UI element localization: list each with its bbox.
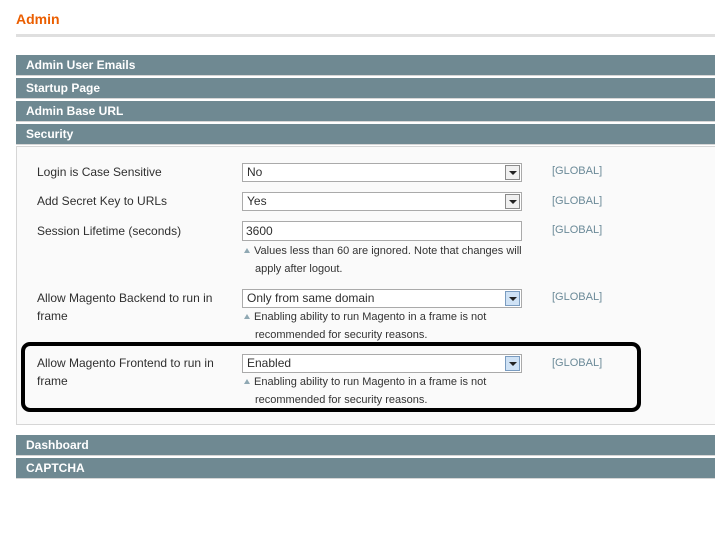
chevron-down-icon[interactable]: [505, 291, 520, 306]
section-security[interactable]: Security: [16, 124, 715, 145]
section-admin-base-url[interactable]: Admin Base URL: [16, 101, 715, 122]
backend-frame-value: Only from same domain: [247, 291, 375, 305]
title-divider: [16, 34, 715, 37]
secret-key-select[interactable]: Yes: [242, 192, 522, 211]
chevron-down-icon[interactable]: [505, 194, 520, 209]
login-case-sensitive-label: Login is Case Sensitive: [37, 165, 162, 179]
page-title: Admin: [16, 11, 60, 27]
note-line: Enabling ability to run Magento in a fra…: [254, 311, 487, 323]
login-case-sensitive-select[interactable]: No: [242, 163, 522, 182]
label-line: Allow Magento Backend to run in: [37, 291, 213, 305]
session-lifetime-input[interactable]: 3600: [242, 221, 522, 241]
login-case-sensitive-value: No: [247, 165, 263, 179]
session-lifetime-label: Session Lifetime (seconds): [37, 224, 182, 238]
scope-badge: [GLOBAL]: [552, 195, 603, 207]
note-line: Values less than 60 are ignored. Note th…: [254, 245, 522, 257]
scope-badge: [GLOBAL]: [552, 291, 603, 303]
scope-badge: [GLOBAL]: [552, 224, 603, 236]
backend-frame-label: Allow Magento Backend to run in frame: [37, 289, 227, 325]
secret-key-label: Add Secret Key to URLs: [37, 194, 168, 208]
section-startup-page[interactable]: Startup Page: [16, 78, 715, 99]
session-lifetime-note: Values less than 60 are ignored. Note th…: [244, 242, 526, 278]
secret-key-value: Yes: [247, 194, 267, 208]
note-line: apply after logout.: [255, 263, 343, 275]
section-dashboard[interactable]: Dashboard: [16, 435, 715, 456]
section-captcha[interactable]: CAPTCHA: [16, 458, 715, 479]
scope-badge: [GLOBAL]: [552, 165, 603, 177]
section-admin-user-emails[interactable]: Admin User Emails: [16, 55, 715, 76]
backend-frame-note: Enabling ability to run Magento in a fra…: [244, 308, 526, 344]
triangle-up-icon: [244, 248, 250, 253]
label-line: frame: [37, 309, 68, 323]
highlight-annotation-box: [21, 342, 641, 412]
triangle-up-icon: [244, 314, 250, 319]
chevron-down-icon[interactable]: [505, 165, 520, 180]
backend-frame-select[interactable]: Only from same domain: [242, 289, 522, 308]
